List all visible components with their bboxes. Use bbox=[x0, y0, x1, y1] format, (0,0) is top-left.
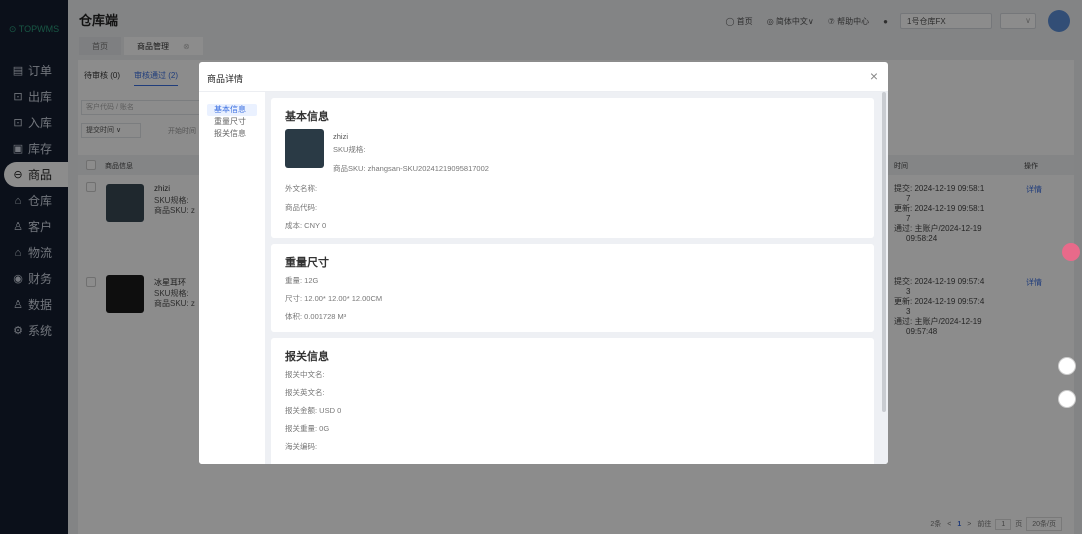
dimensions: 尺寸: 12.00* 12.00* 12.00CM bbox=[285, 294, 383, 303]
section-title: 基本信息 bbox=[285, 111, 329, 123]
product-sku: 商品SKU: zhangsan-SKU20241219095817002 bbox=[333, 164, 489, 173]
modal-header: 商品详情 × bbox=[199, 62, 888, 92]
product-code: 商品代码: bbox=[285, 203, 318, 212]
nav-weight-size[interactable]: 重量尺寸 bbox=[214, 116, 265, 128]
modal-body: 基本信息 zhizi SKU规格: 商品SKU: zhangsan-SKU202… bbox=[265, 92, 888, 464]
nav-basic-info[interactable]: 基本信息 bbox=[207, 104, 257, 116]
section-title: 重量尺寸 bbox=[285, 257, 329, 269]
sku-spec: SKU规格: bbox=[333, 145, 366, 154]
hs-code: 海关编码: bbox=[285, 442, 318, 451]
robot-icon[interactable] bbox=[1058, 357, 1076, 375]
product-name: zhizi bbox=[333, 132, 349, 141]
section-title: 报关信息 bbox=[285, 351, 329, 363]
basic-info-card: 基本信息 zhizi SKU规格: 商品SKU: zhangsan-SKU202… bbox=[271, 98, 874, 238]
customs-amount: 报关金额: USD 0 bbox=[285, 406, 342, 415]
cost: 成本: CNY 0 bbox=[285, 221, 327, 230]
foreign-name: 外文名称: bbox=[285, 184, 318, 193]
notes-icon[interactable] bbox=[1058, 390, 1076, 408]
product-image bbox=[285, 129, 324, 168]
volume: 体积: 0.001728 M³ bbox=[285, 312, 347, 321]
assistant-icon[interactable] bbox=[1062, 243, 1080, 261]
weight-size-card: 重量尺寸 重量: 12G 尺寸: 12.00* 12.00* 12.00CM 体… bbox=[271, 244, 874, 332]
customs-weight: 报关重量: 0G bbox=[285, 424, 330, 433]
modal-scrollbar[interactable] bbox=[882, 92, 886, 412]
close-icon[interactable]: × bbox=[870, 68, 878, 84]
customs-en-name: 报关英文名: bbox=[285, 388, 325, 397]
customs-cn-name: 报关中文名: bbox=[285, 370, 325, 379]
nav-customs-info[interactable]: 报关信息 bbox=[214, 128, 265, 140]
weight: 重量: 12G bbox=[285, 276, 319, 285]
modal-nav: 基本信息 重量尺寸 报关信息 bbox=[199, 92, 265, 464]
product-detail-modal: 商品详情 × 基本信息 重量尺寸 报关信息 基本信息 zhizi SKU规格: … bbox=[199, 62, 888, 464]
customs-info-card: 报关信息 报关中文名: 报关英文名: 报关金额: USD 0 报关重量: 0G … bbox=[271, 338, 874, 464]
modal-title: 商品详情 bbox=[207, 74, 244, 84]
